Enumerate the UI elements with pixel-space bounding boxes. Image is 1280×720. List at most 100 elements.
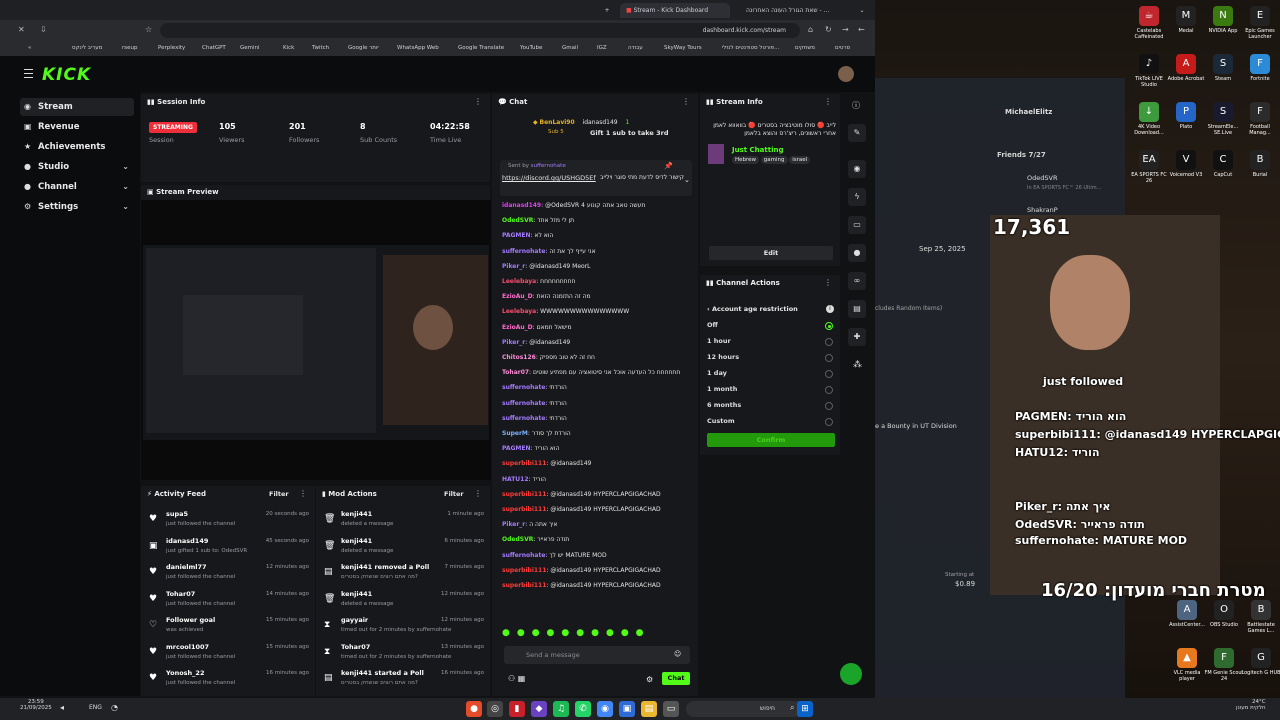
radio-button[interactable] bbox=[825, 338, 833, 346]
bookmark[interactable]: IGZ bbox=[597, 45, 607, 51]
desktop-icon[interactable]: EA EA SPORTS FC 26 bbox=[1129, 150, 1169, 184]
back-arrow-icon[interactable]: ← bbox=[858, 25, 865, 34]
chat-username[interactable]: PAGMEN bbox=[502, 445, 531, 452]
stream-preview[interactable] bbox=[141, 200, 491, 480]
url-field[interactable]: dashboard.kick.com/stream bbox=[160, 23, 800, 38]
bookmark[interactable]: Gmail bbox=[562, 45, 578, 51]
card-icon[interactable]: ▭ bbox=[848, 216, 866, 234]
more-icon[interactable]: ⋮ bbox=[824, 97, 832, 106]
desktop-icon[interactable]: B Burial bbox=[1240, 150, 1280, 178]
desktop-icon[interactable]: C CapCut bbox=[1203, 150, 1243, 178]
confirm-button[interactable]: Confirm bbox=[707, 433, 835, 447]
tab-kick-dashboard[interactable]: ■ Stream - Kick Dashboard bbox=[620, 3, 730, 18]
bookmark[interactable]: ChatGPT bbox=[202, 45, 226, 51]
info-icon[interactable]: ⓘ bbox=[852, 100, 860, 111]
chat-message[interactable]: suffernohate: הורדתי bbox=[502, 415, 692, 422]
whatsapp-icon[interactable]: ✆ bbox=[575, 701, 591, 717]
camera-icon[interactable]: ◉ bbox=[848, 160, 866, 178]
chat-username[interactable]: suffernohate bbox=[502, 400, 545, 407]
bookmark[interactable]: משחקים bbox=[795, 45, 815, 51]
chat-username[interactable]: Piker_r bbox=[502, 339, 525, 346]
tab-second[interactable]: שאת הגורל העונה האחרונה - ... bbox=[740, 3, 847, 18]
app-icon[interactable]: ◆ bbox=[531, 701, 547, 717]
desktop-icon[interactable]: O OBS Studio bbox=[1204, 600, 1244, 628]
radio-button[interactable] bbox=[825, 402, 833, 410]
edit-button[interactable]: Edit bbox=[709, 246, 833, 260]
activity-row[interactable]: ♥ Yonosh_22 just followed the channel 16 mi… bbox=[149, 669, 309, 695]
age-option[interactable]: 1 day bbox=[707, 369, 727, 377]
chat-message[interactable]: Piker_r: @idanasd149 MeorL bbox=[502, 263, 692, 270]
more-icon[interactable]: ⋮ bbox=[824, 278, 832, 287]
desktop-icon[interactable]: M Medal bbox=[1166, 6, 1206, 34]
chat-message[interactable]: superbibi111: @idanasd149 HYPERCLAPGIGAC… bbox=[502, 491, 692, 498]
bookmark[interactable]: WhatsApp Web bbox=[397, 45, 439, 51]
mod-row[interactable]: 🗑 kenji441 deleted a message 12 minutes ago bbox=[324, 590, 484, 616]
kick-logo[interactable]: KICK bbox=[42, 65, 91, 85]
chat-username[interactable]: superbibi111 bbox=[502, 460, 546, 467]
chat-username[interactable]: Tohar07 bbox=[502, 369, 529, 376]
new-tab-icon[interactable]: + bbox=[600, 3, 614, 18]
age-option[interactable]: Off bbox=[707, 321, 718, 329]
desktop-icon[interactable]: ↓ 4K Video Download... bbox=[1129, 102, 1169, 136]
weather[interactable]: 24°C חלקית מעונן bbox=[1236, 699, 1266, 711]
folder-icon[interactable]: ▤ bbox=[641, 701, 657, 717]
reload-icon[interactable]: ↻ bbox=[825, 25, 832, 34]
category-name[interactable]: Just Chatting bbox=[732, 146, 783, 154]
activity-row[interactable]: ♥ mrcool1007 just followed the channel 15 m… bbox=[149, 643, 309, 669]
bookmark[interactable]: פורטל סטודנטים לנזלי... bbox=[722, 45, 779, 51]
bookmark[interactable]: Perplexity bbox=[158, 45, 185, 51]
language-indicator[interactable]: ENG bbox=[89, 704, 102, 711]
age-option[interactable]: 1 month bbox=[707, 385, 737, 393]
chat-message[interactable]: idanasd149: @OdedSVR 4 תעשה טאב אתה קונו… bbox=[502, 202, 692, 209]
desktop-icon[interactable]: F Fortnite bbox=[1240, 54, 1280, 82]
desktop-icon[interactable]: P Plato bbox=[1166, 102, 1206, 130]
pin-icon[interactable]: 📌 bbox=[664, 162, 673, 170]
bookmark[interactable]: rseup bbox=[122, 45, 138, 51]
sidebar-item-channel[interactable]: ● Channel ⌄ bbox=[20, 178, 134, 196]
chat-message[interactable]: Leelebaya: WWWWWWWWWWWWWWW bbox=[502, 308, 692, 315]
more-icon[interactable]: ⋮ bbox=[682, 97, 690, 106]
save-icon[interactable]: ▤ bbox=[848, 300, 866, 318]
sidebar-item-revenue[interactable]: ▣ Revenue bbox=[20, 118, 134, 136]
mod-filter-button[interactable]: Filter bbox=[444, 490, 464, 498]
chat-username[interactable]: EzioAu_D bbox=[502, 293, 533, 300]
activity-row[interactable]: ♥ Tohar07 just followed the channel 14 minu… bbox=[149, 590, 309, 616]
desktop-icon[interactable]: A Adobe Acrobat bbox=[1166, 54, 1206, 82]
pencil-icon[interactable]: ✎ bbox=[848, 124, 866, 142]
chat-username[interactable]: superbibi111 bbox=[502, 582, 546, 589]
back-icon[interactable]: ✕ bbox=[18, 25, 25, 34]
more-options-icon[interactable]: ⁂ bbox=[853, 360, 862, 370]
chat-username[interactable]: suffernohate bbox=[502, 248, 545, 255]
mod-row[interactable]: ▤ kenji441 started a Poll מה אתם רוצים שנש… bbox=[324, 669, 484, 695]
chat-username[interactable]: Chitos126 bbox=[502, 354, 536, 361]
chat-message[interactable]: PAGMEN: הוא לא bbox=[502, 232, 692, 239]
chat-message[interactable]: suffernohate: הורדתי bbox=[502, 400, 692, 407]
chat-message[interactable]: Piker_r: @idanasd149 bbox=[502, 339, 692, 346]
wifi-icon[interactable]: ◔ bbox=[111, 703, 118, 712]
chat-message[interactable]: EzioAu_D: מה זה התזמנה הזאת bbox=[502, 293, 692, 300]
mod-row[interactable]: 🗑 kenji441 deleted a message 1 minute ago bbox=[324, 510, 484, 536]
chat-message[interactable]: suffernohate: הורדתי bbox=[502, 384, 692, 391]
radio-button[interactable] bbox=[825, 418, 833, 426]
mod-row[interactable]: ⧗ gayyair timed out for 2 minutes by suffe… bbox=[324, 616, 484, 642]
age-option[interactable]: 1 hour bbox=[707, 337, 731, 345]
chat-username[interactable]: OdedSVR bbox=[502, 536, 533, 543]
app-icon[interactable]: ● bbox=[466, 701, 482, 717]
sidebar-item-settings[interactable]: ⚙ Settings ⌄ bbox=[20, 198, 134, 216]
pinned-message[interactable]: Sent by suffernohate https://discord.gg/… bbox=[500, 160, 692, 196]
radio-button[interactable] bbox=[825, 322, 833, 330]
chat-message[interactable]: OdedSVR: תודה פראייר bbox=[502, 536, 692, 543]
app-icon[interactable]: ▣ bbox=[619, 701, 635, 717]
desktop-icon[interactable]: N NVIDIA App bbox=[1203, 6, 1243, 34]
more-icon[interactable]: ⋮ bbox=[474, 489, 482, 498]
desktop-icon[interactable]: F Football Manag... bbox=[1240, 102, 1280, 136]
chat-message[interactable]: Leelebaya: חחחחחחחחח bbox=[502, 278, 692, 285]
chat-username[interactable]: suffernohate bbox=[502, 552, 545, 559]
chat-username[interactable]: suffernohate bbox=[502, 384, 545, 391]
link-icon[interactable]: ∞ bbox=[848, 272, 866, 290]
bookmark[interactable]: Twitch bbox=[312, 45, 329, 51]
desktop-icon[interactable]: G Logitech G HUB bbox=[1241, 648, 1280, 676]
radio-button[interactable] bbox=[825, 386, 833, 394]
age-option[interactable]: Custom bbox=[707, 417, 735, 425]
taskbar-search[interactable]: חיפוש ⌕ bbox=[686, 701, 806, 717]
